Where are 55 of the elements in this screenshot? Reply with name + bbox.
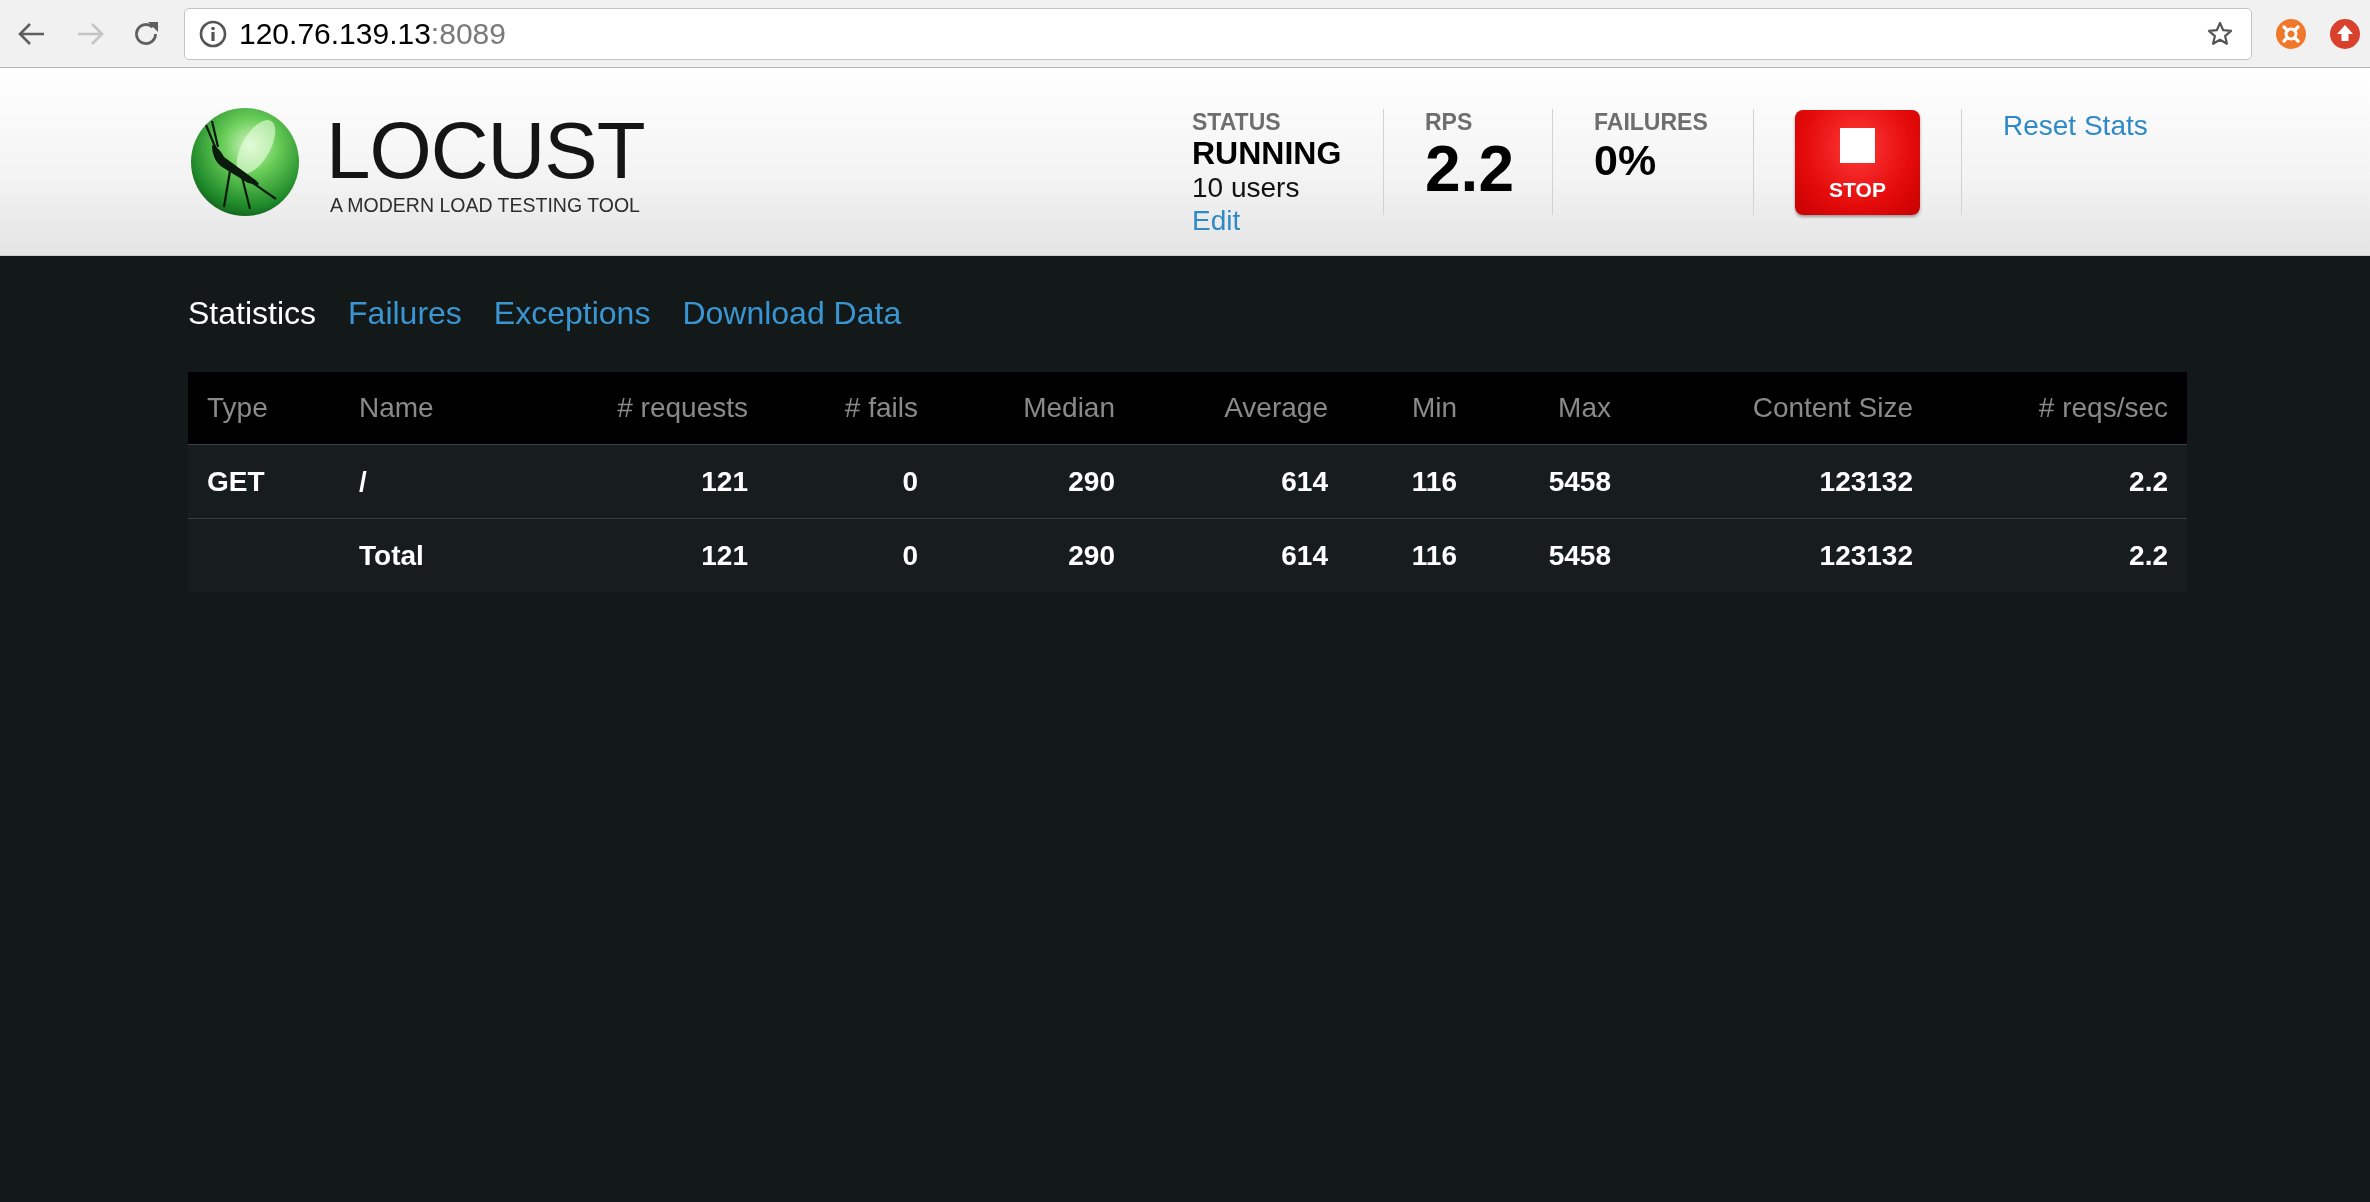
column-header[interactable]: Median — [937, 372, 1134, 445]
logo-wordmark: LOCUST — [326, 112, 645, 189]
table-cell: 614 — [1134, 518, 1347, 592]
column-header[interactable]: Content Size — [1630, 372, 1932, 445]
reset-stats-link[interactable]: Reset Stats — [2003, 110, 2148, 142]
column-header[interactable]: # requests — [540, 372, 767, 445]
info-icon[interactable] — [199, 19, 227, 48]
table-cell: Total — [340, 518, 540, 592]
table-cell: 123132 — [1630, 444, 1932, 519]
status-label: STATUS — [1192, 108, 1281, 136]
table-cell: 2.2 — [1932, 444, 2187, 519]
table-cell: 5458 — [1476, 444, 1630, 519]
table-cell: 121 — [540, 444, 767, 519]
rps-label: RPS — [1425, 108, 1473, 136]
table-cell: 0 — [767, 518, 937, 592]
bookmark-star-icon[interactable] — [2207, 21, 2233, 46]
column-header[interactable]: Min — [1347, 372, 1476, 445]
table-cell: 614 — [1134, 444, 1347, 519]
up-arrow-extension-icon[interactable] — [2330, 18, 2360, 49]
table-cell: GET — [188, 444, 340, 519]
column-header[interactable]: Type — [188, 372, 340, 445]
column-header[interactable]: Name — [340, 372, 540, 445]
logo-tagline: A MODERN LOAD TESTING TOOL — [330, 192, 641, 217]
table-cell: 290 — [937, 518, 1134, 592]
column-header[interactable]: # reqs/sec — [1932, 372, 2187, 445]
tab[interactable]: Statistics — [188, 293, 317, 333]
insect-logo-icon — [190, 106, 300, 217]
ring-extension-icon[interactable] — [2276, 18, 2306, 49]
column-header[interactable]: Max — [1476, 372, 1630, 445]
table-cell: 116 — [1347, 444, 1476, 519]
table-cell: 121 — [540, 518, 767, 592]
tab[interactable]: Exceptions — [493, 293, 651, 333]
column-header[interactable]: Average — [1134, 372, 1347, 445]
back-arrow-icon[interactable] — [18, 21, 46, 46]
tab[interactable]: Failures — [348, 293, 462, 333]
table-cell: 290 — [937, 444, 1134, 519]
reload-icon[interactable] — [132, 19, 160, 48]
table-cell: 2.2 — [1932, 518, 2187, 592]
table-cell: 123132 — [1630, 518, 1932, 592]
user-count: 10 users — [1192, 172, 1300, 204]
failures-label: FAILURES — [1594, 108, 1708, 136]
address-bar[interactable]: 120.76.139.13:8089 — [184, 7, 2252, 60]
stop-button[interactable]: STOP — [1795, 110, 1920, 215]
url-text: 120.76.139.13:8089 — [239, 15, 506, 52]
table-cell: / — [340, 444, 540, 519]
failures-value: 0% — [1594, 138, 1657, 182]
tab[interactable]: Download Data — [682, 293, 902, 333]
status-value: RUNNING — [1192, 136, 1342, 170]
edit-link[interactable]: Edit — [1192, 205, 1241, 237]
table-cell: 5458 — [1476, 518, 1630, 592]
rps-value: 2.2 — [1425, 137, 1514, 201]
table-cell: 0 — [767, 444, 937, 519]
column-header[interactable]: # fails — [767, 372, 937, 445]
stop-square-icon — [1840, 128, 1875, 163]
table-cell: 116 — [1347, 518, 1476, 592]
